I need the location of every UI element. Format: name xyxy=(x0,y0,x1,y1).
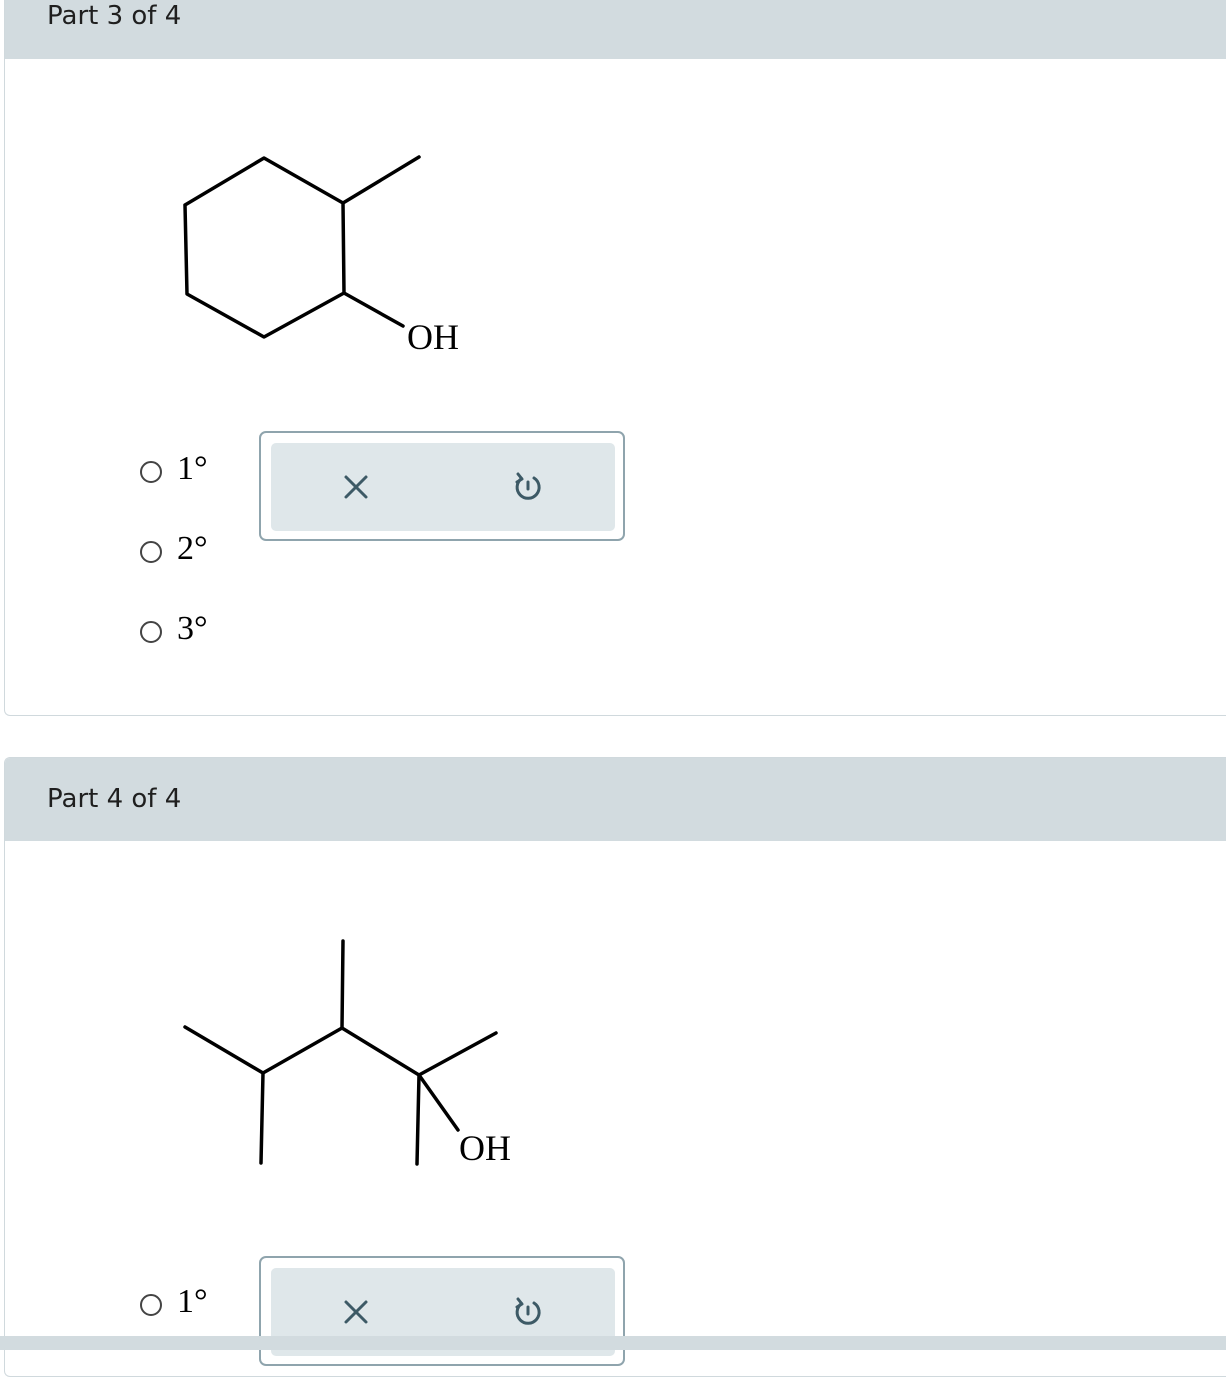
reset-button[interactable] xyxy=(506,465,550,509)
option-primary[interactable]: 1° xyxy=(137,1283,257,1326)
option-label: 2° xyxy=(177,530,208,567)
methyl-bond xyxy=(341,155,421,205)
cyclohexane-ring xyxy=(183,156,346,339)
oh-bond xyxy=(417,1073,460,1132)
undo-icon xyxy=(515,472,541,500)
radio-button[interactable] xyxy=(140,1294,162,1316)
main-chain xyxy=(183,1025,498,1077)
clear-button[interactable] xyxy=(334,1290,378,1334)
option-label: 1° xyxy=(177,1283,208,1320)
toolbox-bar xyxy=(271,443,615,531)
undo-icon xyxy=(515,1297,541,1325)
option-label: 1° xyxy=(177,450,208,487)
x-icon xyxy=(344,475,368,499)
radio-button[interactable] xyxy=(140,541,162,563)
reset-button[interactable] xyxy=(506,1290,550,1334)
part-3-panel: Part 3 of 4 OH 1° 2° 3° xyxy=(4,0,1226,716)
part-3-structure-2-methylcyclohexanol: OH xyxy=(5,0,605,395)
oh-label: OH xyxy=(407,317,459,357)
branch-bond xyxy=(259,1071,265,1165)
part-3-answer-toolbox xyxy=(259,431,625,541)
radio-button[interactable] xyxy=(140,621,162,643)
clear-button[interactable] xyxy=(334,465,378,509)
branch-bond xyxy=(340,939,345,1030)
oh-label: OH xyxy=(459,1128,511,1168)
part-4-panel: Part 4 of 4 OH 1° xyxy=(4,757,1226,1377)
x-icon xyxy=(344,1300,368,1324)
branch-bond xyxy=(415,1073,421,1166)
option-secondary[interactable]: 2° xyxy=(137,530,257,573)
bottom-bar xyxy=(0,1336,1226,1350)
option-label: 3° xyxy=(177,610,208,647)
oh-bond xyxy=(342,291,405,328)
option-primary[interactable]: 1° xyxy=(137,450,257,493)
option-tertiary[interactable]: 3° xyxy=(137,610,257,653)
radio-button[interactable] xyxy=(140,461,162,483)
